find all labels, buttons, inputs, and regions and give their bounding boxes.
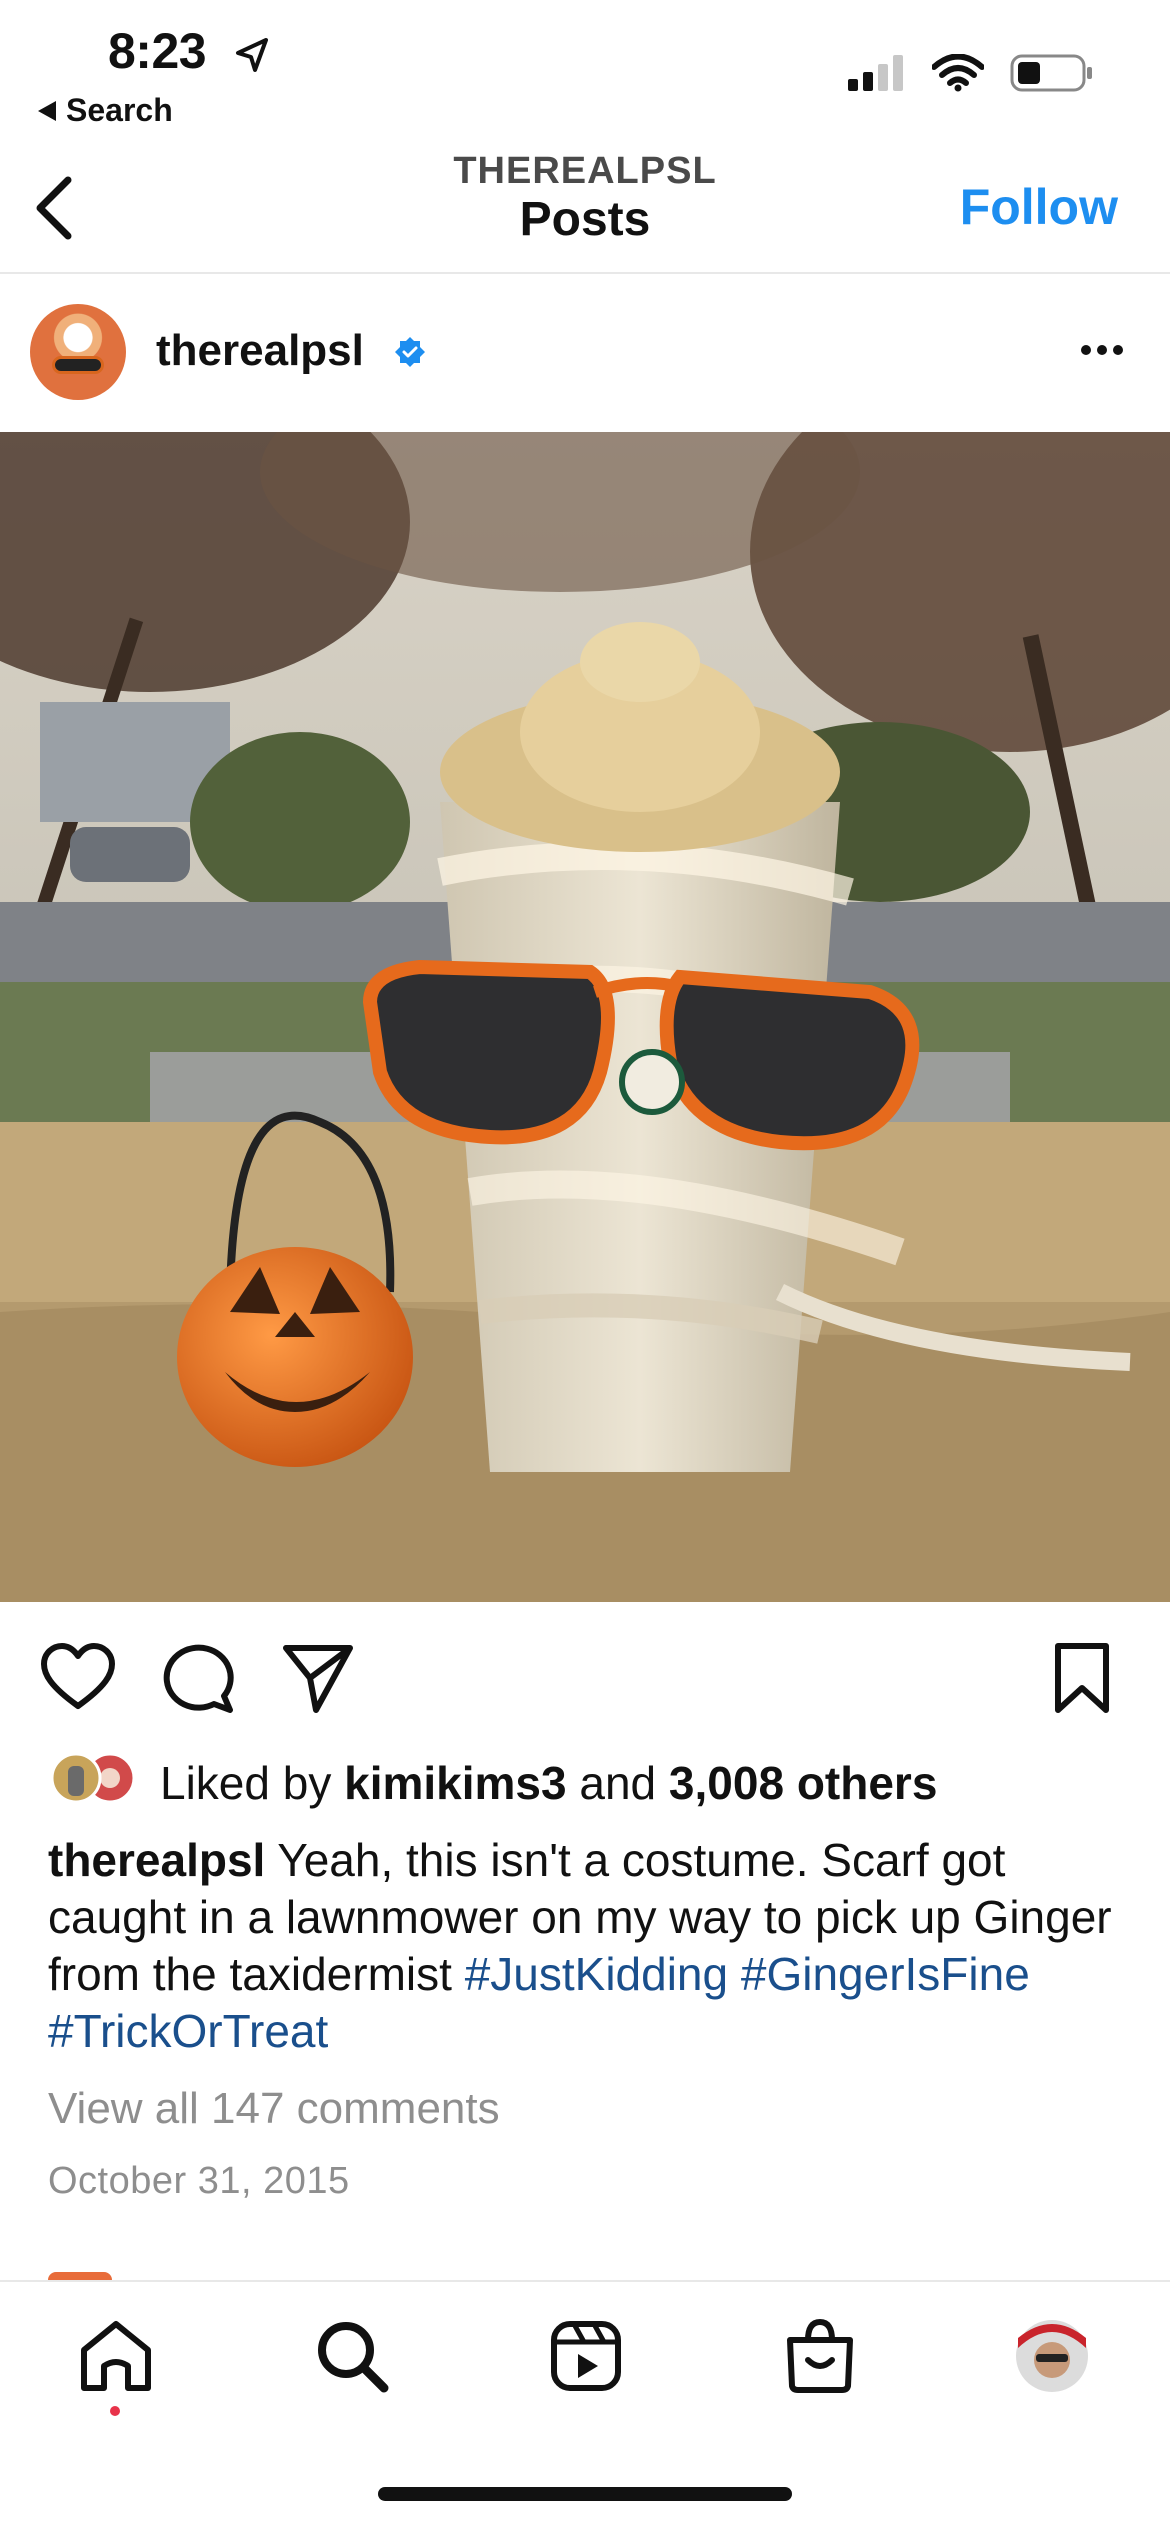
- hashtag[interactable]: #JustKidding: [465, 1948, 728, 2000]
- battery-icon: [1010, 54, 1092, 92]
- post-avatar[interactable]: [30, 304, 126, 400]
- hashtag[interactable]: #GingerIsFine: [741, 1948, 1030, 2000]
- send-icon: [283, 1645, 353, 1713]
- post-date: October 31, 2015: [48, 2160, 350, 2202]
- post-caption: therealpsl Yeah, this isn't a costume. S…: [48, 1832, 1128, 2060]
- back-to-search[interactable]: Search: [36, 92, 173, 129]
- nav-divider: [0, 2280, 1170, 2282]
- shop-bag-icon: [787, 2318, 853, 2393]
- heart-icon: [41, 1643, 115, 1709]
- home-indicator: [378, 2487, 792, 2501]
- nav-home[interactable]: [76, 2316, 156, 2396]
- post-username[interactable]: therealpsl: [156, 326, 364, 376]
- mummy-cup-photo: [0, 432, 1170, 1602]
- home-icon: [81, 2321, 151, 2391]
- notification-dot: [110, 2406, 120, 2416]
- save-button[interactable]: [1044, 1640, 1120, 1716]
- caption-username[interactable]: therealpsl: [48, 1834, 265, 1886]
- bookmark-icon: [1055, 1643, 1109, 1713]
- follow-button[interactable]: Follow: [960, 178, 1118, 236]
- view-comments-link[interactable]: View all 147 comments: [48, 2084, 500, 2134]
- like-button[interactable]: [40, 1640, 116, 1716]
- likes-others[interactable]: 3,008 others: [669, 1757, 937, 1809]
- nav-search[interactable]: [312, 2316, 392, 2396]
- share-button[interactable]: [280, 1640, 356, 1716]
- nav-shop[interactable]: [780, 2316, 860, 2396]
- back-triangle-icon: [38, 100, 56, 121]
- likes-user[interactable]: kimikims3: [344, 1757, 566, 1809]
- back-to-search-label: Search: [66, 92, 173, 128]
- comment-icon: [163, 1644, 234, 1713]
- status-icons: [848, 52, 1094, 94]
- location-arrow-icon: [236, 38, 268, 72]
- comment-button[interactable]: [160, 1640, 236, 1716]
- status-time: 8:23: [108, 23, 207, 79]
- nav-reels[interactable]: [546, 2316, 626, 2396]
- more-options-button[interactable]: [1078, 338, 1126, 362]
- likes-prefix: Liked by: [160, 1757, 345, 1809]
- cell-signal-icon: [848, 55, 903, 91]
- likes-summary[interactable]: Liked by kimikims3 and 3,008 others: [160, 1756, 937, 1810]
- nav-profile-avatar[interactable]: [1012, 2316, 1092, 2396]
- hashtag[interactable]: #TrickOrTreat: [48, 2005, 328, 2057]
- search-icon: [318, 2322, 389, 2393]
- likes-middle: and: [566, 1757, 669, 1809]
- liked-by-avatars: [50, 1752, 136, 1804]
- verified-badge-icon: [395, 337, 425, 367]
- post-image[interactable]: [0, 432, 1170, 1602]
- header-divider: [0, 272, 1170, 274]
- next-post-avatar-peek: [48, 2272, 112, 2280]
- reels-icon: [551, 2321, 621, 2391]
- wifi-icon: [932, 54, 984, 92]
